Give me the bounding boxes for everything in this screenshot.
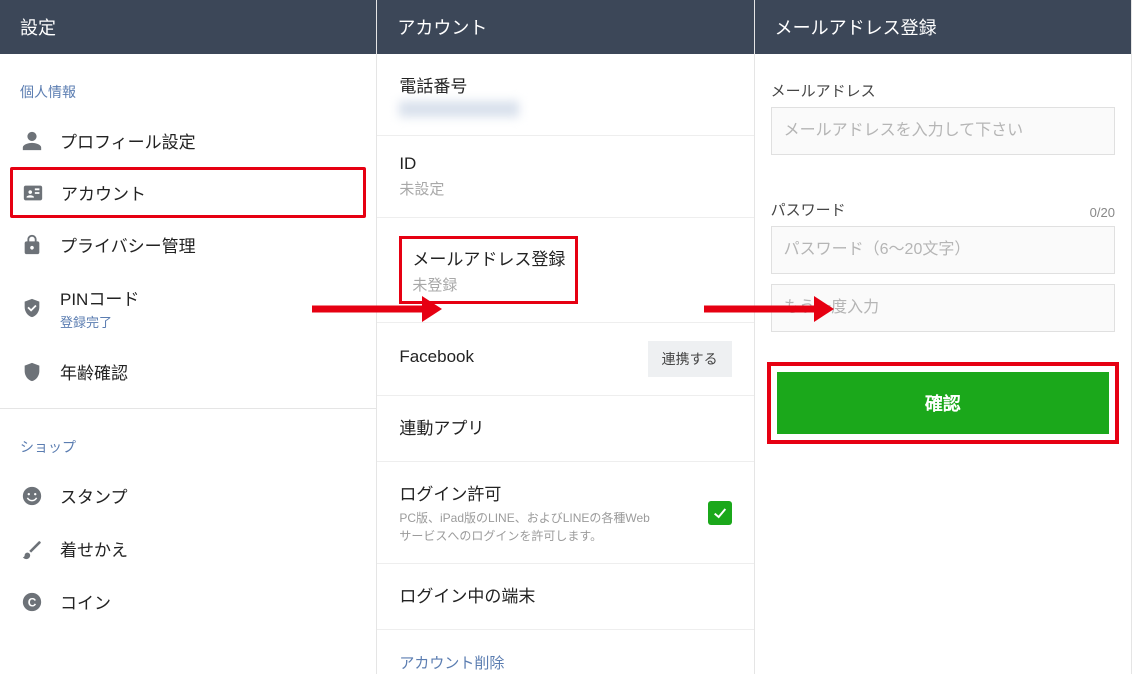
svg-text:C: C — [28, 595, 37, 609]
lock-icon — [20, 233, 44, 257]
row-login-permission: ログイン許可 PC版、iPad版のLINE、およびLINEの各種Webサービスへ… — [377, 462, 753, 564]
menu-age-label: 年齢確認 — [60, 359, 128, 384]
person-icon — [20, 129, 44, 153]
login-perm-checkbox[interactable] — [708, 501, 732, 525]
phone-value-redacted — [399, 101, 519, 117]
row-facebook: Facebook 連携する — [377, 323, 753, 396]
email-input[interactable] — [771, 107, 1115, 155]
id-label: ID — [399, 154, 731, 174]
section-shop: ショップ — [0, 409, 376, 469]
password-input[interactable] — [771, 226, 1115, 274]
email-register-value: 未登録 — [412, 274, 565, 295]
confirm-highlight: 確認 — [767, 362, 1119, 444]
login-perm-label: ログイン許可 — [399, 480, 659, 505]
account-delete-link[interactable]: アカウント削除 — [377, 630, 753, 674]
email-register-panel: メールアドレス登録 メールアドレス パスワード 0/20 確認 — [755, 0, 1132, 674]
password-confirm-input[interactable] — [771, 284, 1115, 332]
email-register-label: メールアドレス登録 — [412, 245, 565, 270]
menu-profile-label: プロフィール設定 — [60, 128, 196, 153]
menu-profile-settings[interactable]: プロフィール設定 — [0, 114, 376, 167]
login-perm-desc: PC版、iPad版のLINE、およびLINEの各種Webサービスへのログインを許… — [399, 509, 659, 545]
smile-icon — [20, 484, 44, 508]
section-personal-info: 個人情報 — [0, 54, 376, 114]
linked-apps-label: 連動アプリ — [399, 414, 731, 439]
password-field-label: パスワード 0/20 — [771, 199, 1115, 220]
phone-label: 電話番号 — [399, 72, 731, 97]
menu-theme-label: 着せかえ — [60, 536, 128, 561]
row-logged-in-devices[interactable]: ログイン中の端末 — [377, 564, 753, 630]
account-title: アカウント — [377, 0, 753, 54]
facebook-label: Facebook — [399, 347, 474, 367]
email-register-highlight: メールアドレス登録 未登録 — [399, 236, 578, 304]
id-card-icon — [21, 181, 45, 205]
menu-account-label: アカウント — [61, 180, 146, 205]
menu-pin-sub: 登録完了 — [60, 312, 139, 331]
account-body: 電話番号 ID 未設定 メールアドレス登録 未登録 Facebook 連携する … — [377, 54, 753, 674]
row-email-register[interactable]: メールアドレス登録 未登録 — [377, 218, 753, 323]
email-register-title: メールアドレス登録 — [755, 0, 1131, 54]
menu-theme[interactable]: 着せかえ — [0, 522, 376, 575]
menu-stamp-label: スタンプ — [60, 483, 128, 508]
shield-icon — [20, 360, 44, 384]
menu-pin-label: PINコード — [60, 285, 139, 310]
menu-privacy-label: プライバシー管理 — [60, 232, 196, 257]
account-panel: アカウント 電話番号 ID 未設定 メールアドレス登録 未登録 Facebook… — [377, 0, 754, 674]
menu-privacy[interactable]: プライバシー管理 — [0, 218, 376, 271]
menu-stamp[interactable]: スタンプ — [0, 469, 376, 522]
email-register-body: メールアドレス パスワード 0/20 確認 — [755, 54, 1131, 674]
brush-icon — [20, 537, 44, 561]
settings-panel: 設定 個人情報 プロフィール設定 アカウント プライバシー管理 — [0, 0, 377, 674]
facebook-link-button[interactable]: 連携する — [648, 341, 732, 377]
row-id[interactable]: ID 未設定 — [377, 136, 753, 218]
menu-coin[interactable]: C コイン — [0, 575, 376, 628]
row-linked-apps[interactable]: 連動アプリ — [377, 396, 753, 462]
shield-check-icon — [20, 296, 44, 320]
row-phone[interactable]: 電話番号 — [377, 54, 753, 136]
settings-body: 個人情報 プロフィール設定 アカウント プライバシー管理 PINコード — [0, 54, 376, 674]
menu-account[interactable]: アカウント — [10, 167, 366, 218]
settings-title: 設定 — [0, 0, 376, 54]
coin-icon: C — [20, 590, 44, 614]
password-counter: 0/20 — [1090, 205, 1115, 220]
logged-in-devices-label: ログイン中の端末 — [399, 582, 731, 607]
confirm-button[interactable]: 確認 — [777, 372, 1109, 434]
email-field-label: メールアドレス — [771, 80, 1115, 101]
menu-pin[interactable]: PINコード 登録完了 — [0, 271, 376, 345]
menu-age-verify[interactable]: 年齢確認 — [0, 345, 376, 398]
id-value: 未設定 — [399, 178, 731, 199]
menu-coin-label: コイン — [60, 589, 111, 614]
